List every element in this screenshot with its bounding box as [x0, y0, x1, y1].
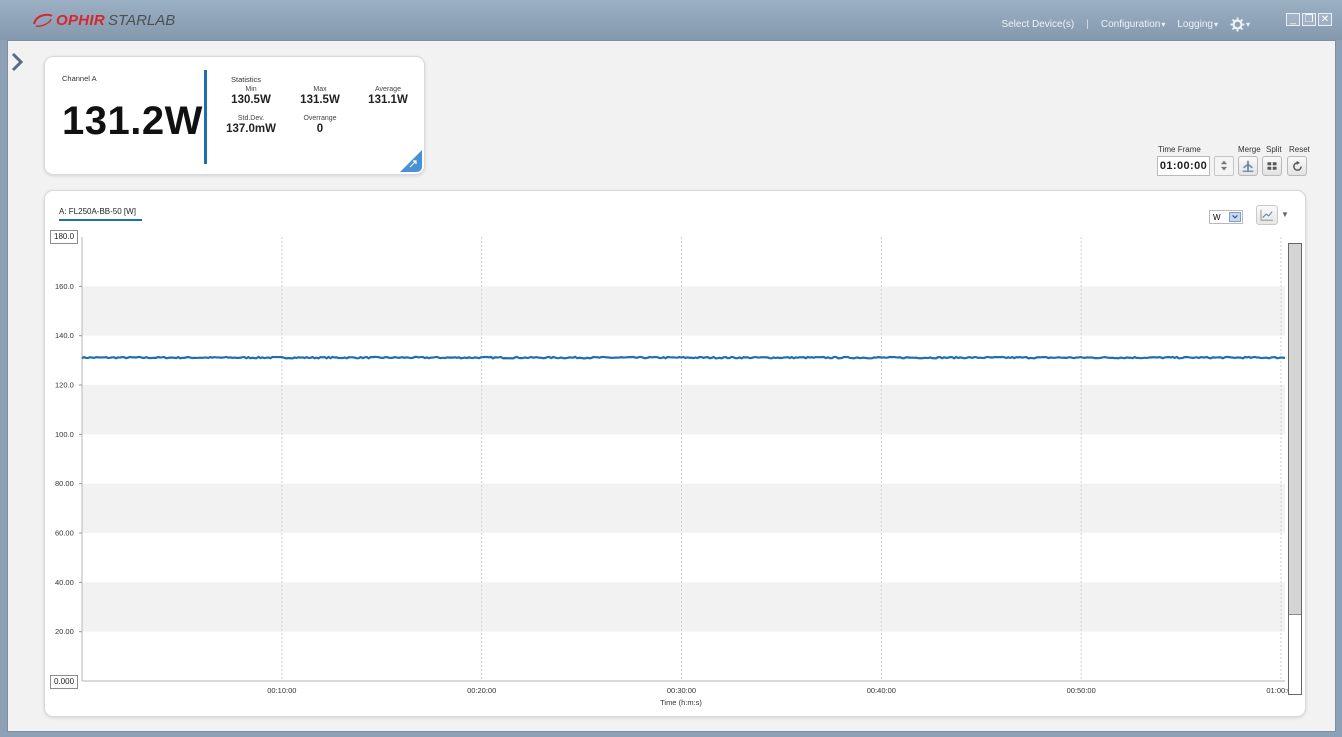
y-tick-label: 20.00 [55, 627, 74, 636]
y-tick-label: 160.0 [55, 282, 74, 291]
y-tick-label: 100.0 [55, 430, 74, 439]
grid-band [82, 286, 1285, 336]
app-window: OPHIR STARLAB Select Device(s) | Configu… [0, 0, 1342, 737]
grid-band [82, 385, 1285, 435]
y-tick-label: 120.0 [55, 381, 74, 390]
scrollbar-thumb[interactable] [1289, 244, 1301, 615]
grid-band [82, 582, 1285, 632]
x-axis-title: Time (h:m:s) [660, 698, 702, 707]
x-tick-label: 00:40:00 [867, 686, 896, 695]
y-tick-label: 140.0 [55, 331, 74, 340]
y-min-input[interactable]: 0.000 [50, 675, 79, 689]
y-tick-label: 40.00 [55, 578, 74, 587]
x-tick-label: 00:10:00 [267, 686, 296, 695]
chart-plot: 20.00 40.00 60.00 80.00 100.0 120.0 140.0 160.0… [55, 237, 1296, 707]
y-max-input[interactable]: 180.0 [50, 230, 79, 244]
series-line [81, 355, 1286, 360]
x-tick-label: 00:30:00 [667, 686, 696, 695]
grid-band [82, 483, 1285, 533]
vertical-scrollbar[interactable] [1288, 243, 1302, 695]
x-tick-label: 00:50:00 [1067, 686, 1096, 695]
x-tick-label: 00:20:00 [467, 686, 496, 695]
y-tick-label: 60.00 [55, 529, 74, 538]
y-tick-label: 80.00 [55, 479, 74, 488]
